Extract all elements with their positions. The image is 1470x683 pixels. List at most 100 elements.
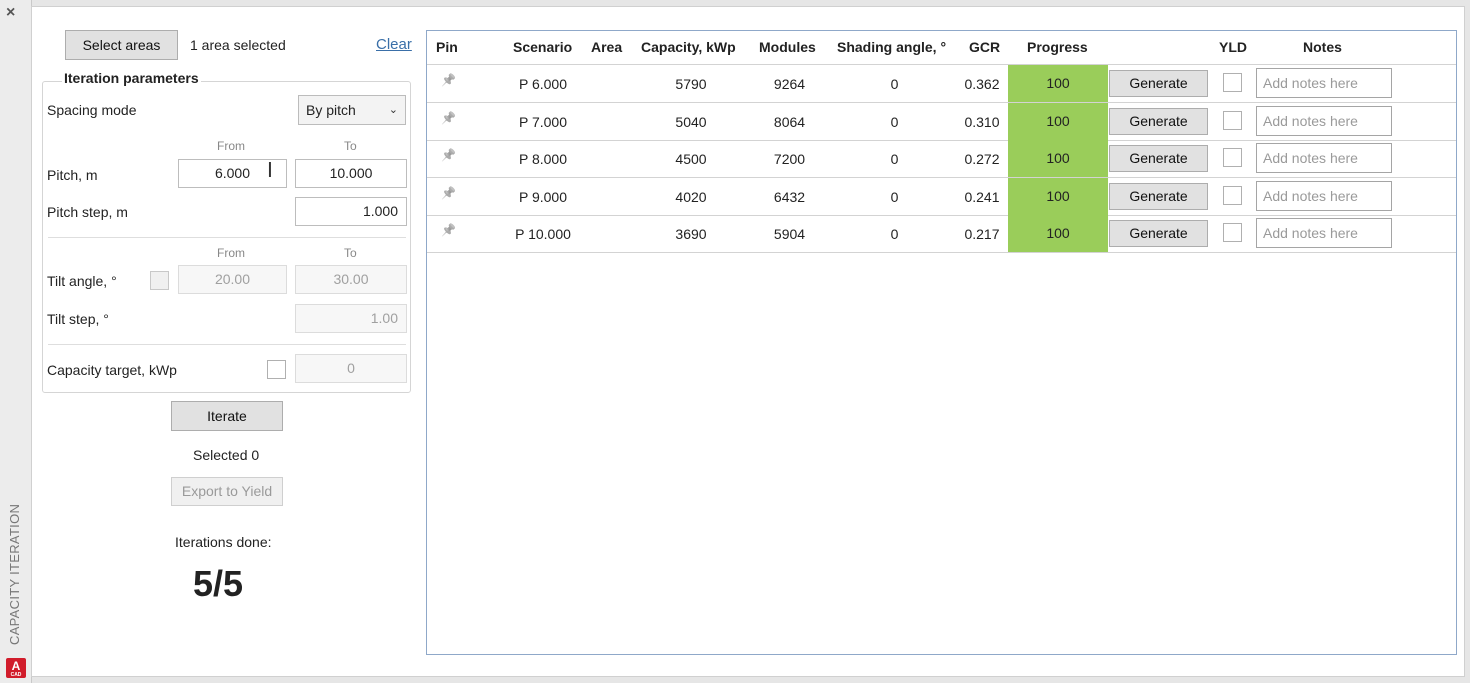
notes-input[interactable]: Add notes here (1256, 218, 1392, 248)
cell-modules: 6432 (773, 189, 806, 205)
main-panel: Select areas 1 area selected Clear Itera… (31, 6, 1465, 677)
col-header-scenario[interactable]: Scenario (513, 39, 572, 55)
spacing-mode-value: By pitch (306, 102, 356, 118)
col-header-notes[interactable]: Notes (1303, 39, 1342, 55)
pitch-step-label: Pitch step, m (47, 204, 128, 220)
yld-checkbox[interactable] (1223, 148, 1242, 167)
cell-scenario: P 10.000 (515, 226, 571, 242)
progress-cell: 100 (1008, 65, 1108, 102)
table-row[interactable]: 📌 P 8.000 4500 7200 0 0.272 100 Generate Add not… (427, 140, 1456, 177)
yld-checkbox[interactable] (1223, 223, 1242, 242)
yld-checkbox[interactable] (1223, 111, 1242, 130)
yld-checkbox[interactable] (1223, 186, 1242, 205)
col-header-modules[interactable]: Modules (759, 39, 816, 55)
cell-scenario: P 7.000 (518, 114, 567, 130)
results-table: Pin Scenario Area Capacity, kWp Modules … (426, 30, 1457, 655)
divider (48, 237, 406, 238)
tilt-angle-label: Tilt angle, ° (47, 273, 117, 289)
yld-checkbox[interactable] (1223, 73, 1242, 92)
pitch-step-input[interactable]: 1.000 (295, 197, 407, 226)
progress-cell: 100 (1008, 178, 1108, 215)
cell-gcr: 0.310 (964, 114, 1000, 130)
col-header-progress[interactable]: Progress (1027, 39, 1088, 55)
notes-input[interactable]: Add notes here (1256, 143, 1392, 173)
cell-shading: 0 (890, 226, 899, 242)
tilt-to-input[interactable]: 30.00 (295, 265, 407, 294)
col-header-pin[interactable]: Pin (436, 39, 458, 55)
notes-input[interactable]: Add notes here (1256, 181, 1392, 211)
generate-button[interactable]: Generate (1109, 108, 1208, 135)
cell-shading: 0 (890, 114, 899, 130)
cell-modules: 5904 (773, 226, 806, 242)
table-row[interactable]: 📌 P 10.000 3690 5904 0 0.217 100 Generate Add no… (427, 215, 1456, 252)
selection-status: 1 area selected (190, 37, 286, 53)
pitch-to-hint: To (344, 139, 357, 153)
table-row[interactable]: 📌 P 7.000 5040 8064 0 0.310 100 Generate Add not… (427, 103, 1456, 140)
tilt-step-label: Tilt step, ° (47, 311, 109, 327)
tilt-step-input[interactable]: 1.00 (295, 304, 407, 333)
clear-link[interactable]: Clear (376, 36, 412, 53)
generate-button[interactable]: Generate (1109, 183, 1208, 210)
pin-icon[interactable]: 📌 (441, 148, 456, 162)
generate-button[interactable]: Generate (1109, 70, 1208, 97)
pitch-from-hint: From (217, 139, 245, 153)
export-to-yield-button[interactable]: Export to Yield (171, 477, 283, 506)
tilt-to-hint: To (344, 246, 357, 260)
iterations-done-value: 5/5 (193, 563, 244, 604)
notes-input[interactable]: Add notes here (1256, 106, 1392, 136)
divider (48, 344, 406, 345)
cell-gcr: 0.241 (964, 189, 1000, 205)
pin-icon[interactable]: 📌 (441, 73, 456, 87)
cell-shading: 0 (890, 151, 899, 167)
table-row[interactable]: 📌 P 9.000 4020 6432 0 0.241 100 Generate Add not… (427, 178, 1456, 215)
progress-cell: 100 (1008, 103, 1108, 140)
cell-shading: 0 (890, 189, 899, 205)
cell-gcr: 0.217 (964, 226, 1000, 242)
chevron-down-icon: ⌄ (388, 104, 398, 116)
pitch-to-input[interactable]: 10.000 (295, 159, 407, 188)
progress-cell: 100 (1008, 140, 1108, 177)
iterate-button[interactable]: Iterate (171, 401, 283, 431)
group-title: Iteration parameters (62, 70, 201, 86)
col-header-capacity[interactable]: Capacity, kWp (641, 39, 736, 55)
tilt-angle-checkbox[interactable] (150, 271, 169, 290)
cell-gcr: 0.362 (964, 76, 1000, 92)
pin-icon[interactable]: 📌 (441, 186, 456, 200)
spacing-mode-select[interactable]: By pitch ⌄ (298, 95, 406, 125)
palette-title: CAPACITY ITERATION (7, 503, 22, 645)
text-cursor-icon: I (267, 158, 273, 182)
generate-button[interactable]: Generate (1109, 145, 1208, 172)
tilt-from-input[interactable]: 20.00 (178, 265, 287, 294)
capacity-target-checkbox[interactable] (267, 360, 286, 379)
cell-shading: 0 (890, 76, 899, 92)
select-areas-button[interactable]: Select areas (65, 30, 178, 60)
notes-input[interactable]: Add notes here (1256, 68, 1392, 98)
pin-icon[interactable]: 📌 (441, 111, 456, 125)
cell-gcr: 0.272 (964, 151, 1000, 167)
col-header-shading[interactable]: Shading angle, ° (837, 39, 946, 55)
cell-capacity: 5040 (675, 114, 707, 130)
cell-scenario: P 8.000 (518, 151, 567, 167)
cell-capacity: 3690 (675, 226, 707, 242)
tilt-from-hint: From (217, 246, 245, 260)
pin-icon[interactable]: 📌 (441, 223, 456, 237)
cell-scenario: P 6.000 (518, 76, 567, 92)
spacing-mode-label: Spacing mode (47, 102, 137, 118)
row-divider (427, 252, 1456, 253)
col-header-gcr[interactable]: GCR (969, 39, 1000, 55)
generate-button[interactable]: Generate (1109, 220, 1208, 247)
cell-capacity: 4020 (675, 189, 707, 205)
cell-modules: 9264 (773, 76, 806, 92)
capacity-target-input[interactable]: 0 (295, 354, 407, 383)
col-header-area[interactable]: Area (591, 39, 622, 55)
pitch-label: Pitch, m (47, 167, 98, 183)
close-icon[interactable]: × (6, 4, 15, 22)
capacity-target-label: Capacity target, kWp (47, 362, 177, 378)
table-row[interactable]: 📌 P 6.000 5790 9264 0 0.362 100 Generate Add not… (427, 65, 1456, 102)
side-strip: × CAPACITY ITERATION A CAD (0, 0, 32, 683)
selected-count: Selected 0 (193, 447, 260, 463)
cell-scenario: P 9.000 (518, 189, 567, 205)
cell-modules: 7200 (773, 151, 806, 167)
col-header-yld[interactable]: YLD (1219, 39, 1247, 55)
iterations-done-label: Iterations done: (175, 534, 272, 550)
